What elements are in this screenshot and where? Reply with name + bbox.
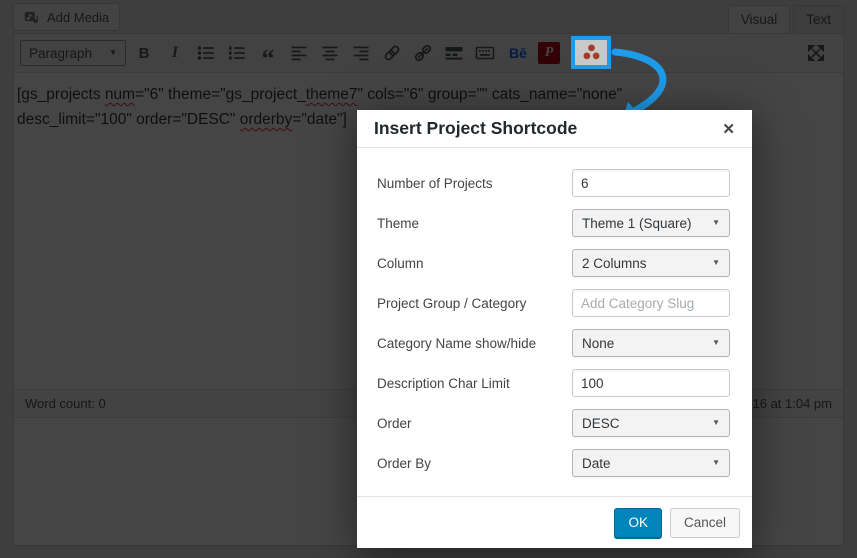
column-select[interactable]: 2 Columns ▼ bbox=[572, 249, 730, 277]
dialog-title: Insert Project Shortcode bbox=[374, 118, 578, 138]
field-label: Number of Projects bbox=[377, 175, 493, 191]
chevron-down-icon: ▼ bbox=[712, 458, 720, 467]
field-row: Theme Theme 1 (Square) ▼ bbox=[377, 209, 730, 237]
select-value: None bbox=[582, 335, 615, 351]
field-row: Order By Date ▼ bbox=[377, 449, 730, 477]
field-label: Description Char Limit bbox=[377, 375, 510, 391]
category-name-select[interactable]: None ▼ bbox=[572, 329, 730, 357]
theme-select[interactable]: Theme 1 (Square) ▼ bbox=[572, 209, 730, 237]
select-value: DESC bbox=[582, 415, 620, 431]
field-row: Category Name show/hide None ▼ bbox=[377, 329, 730, 357]
order-select[interactable]: DESC ▼ bbox=[572, 409, 730, 437]
field-row: Number of Projects bbox=[377, 169, 730, 197]
cancel-button[interactable]: Cancel bbox=[669, 507, 740, 538]
dialog-body: Number of Projects Theme Theme 1 (Square… bbox=[357, 148, 752, 477]
select-value: Theme 1 (Square) bbox=[582, 215, 692, 231]
description-char-limit-input[interactable] bbox=[572, 369, 730, 397]
close-icon[interactable]: ✕ bbox=[722, 120, 735, 138]
category-slug-input[interactable] bbox=[572, 289, 730, 317]
wordpress-editor-screen: Add Media Visual Text Paragraph ▼ B I bbox=[0, 0, 857, 558]
field-row: Order DESC ▼ bbox=[377, 409, 730, 437]
ok-button[interactable]: OK bbox=[614, 507, 662, 538]
chevron-down-icon: ▼ bbox=[712, 218, 720, 227]
field-row: Description Char Limit bbox=[377, 369, 730, 397]
field-label: Project Group / Category bbox=[377, 295, 527, 311]
field-label: Column bbox=[377, 255, 424, 271]
field-label: Order bbox=[377, 415, 412, 431]
chevron-down-icon: ▼ bbox=[712, 338, 720, 347]
dialog-header: Insert Project Shortcode ✕ bbox=[357, 110, 752, 148]
chevron-down-icon: ▼ bbox=[712, 258, 720, 267]
gs-projects-dots-icon bbox=[583, 44, 599, 60]
field-label: Category Name show/hide bbox=[377, 335, 537, 351]
field-row: Project Group / Category bbox=[377, 289, 730, 317]
number-of-projects-input[interactable] bbox=[572, 169, 730, 197]
insert-project-shortcode-dialog: Insert Project Shortcode ✕ Number of Pro… bbox=[357, 110, 752, 548]
select-value: Date bbox=[582, 455, 611, 471]
field-row: Column 2 Columns ▼ bbox=[377, 249, 730, 277]
select-value: 2 Columns bbox=[582, 255, 647, 271]
chevron-down-icon: ▼ bbox=[712, 418, 720, 427]
dialog-footer: OK Cancel bbox=[357, 496, 752, 548]
field-label: Order By bbox=[377, 455, 432, 471]
field-label: Theme bbox=[377, 215, 420, 231]
shortcode-button-highlight bbox=[571, 36, 611, 69]
orderby-select[interactable]: Date ▼ bbox=[572, 449, 730, 477]
